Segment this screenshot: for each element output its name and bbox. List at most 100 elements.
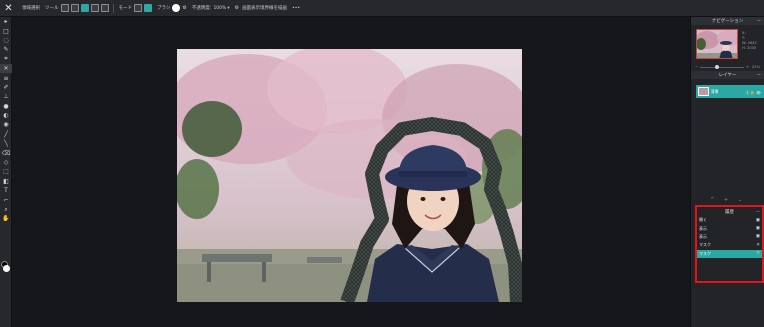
history-item-label: 開く (699, 217, 707, 223)
tool-button[interactable]: ✕ (0, 63, 12, 74)
zoom-in-button[interactable]: + (746, 65, 749, 69)
app-logo-icon[interactable]: ✕ (0, 0, 17, 17)
tool-button[interactable]: ◌ (0, 36, 12, 45)
tool-button[interactable]: ◉ (0, 120, 12, 129)
tool-button[interactable]: ✐ (0, 83, 12, 92)
tool-button[interactable]: T (0, 186, 12, 195)
mode-brush-button[interactable] (80, 4, 89, 12)
close-icon[interactable]: − (756, 209, 760, 215)
more-menu[interactable]: ••• (292, 6, 300, 11)
history-item[interactable]: マスク ✕ (697, 249, 762, 258)
tool-button[interactable]: ✎ (0, 45, 12, 54)
navigator-thumbnail[interactable] (696, 29, 738, 59)
history-title: 履歴 (725, 209, 734, 215)
canvas-photo[interactable] (177, 49, 522, 302)
more-icon[interactable]: ••• (292, 6, 300, 11)
tool-button[interactable]: ● (0, 102, 12, 111)
zoom-out-button[interactable]: − (695, 65, 698, 69)
tool-button[interactable]: ⬚ (0, 167, 12, 176)
history-item[interactable]: 開く ▣ (697, 216, 762, 224)
extra-option-label[interactable]: 画面表示境界線を描画 (242, 5, 287, 11)
mask-icon: ✕ (756, 242, 760, 248)
tool-button[interactable]: ╱ (0, 130, 12, 139)
history-item[interactable]: 表示 ▣ (697, 224, 762, 232)
photo-image (177, 49, 522, 302)
zoom-slider[interactable] (700, 64, 744, 69)
tool-button[interactable]: ◐ (0, 111, 12, 120)
layers-header: レイヤー − (691, 71, 764, 79)
brush-label: ブラシ (157, 6, 171, 11)
tool-label: 領域選択 (22, 6, 40, 11)
options-bar: ✕ 領域選択 ツール モード ブラシ ⚙ 不透明度: 100% ▾ ⚙ 画面表示… (0, 0, 764, 17)
tool-button[interactable]: ✋ (0, 214, 12, 223)
history-item-label: 表示 (699, 233, 707, 239)
mode2-b-button[interactable] (144, 4, 152, 12)
document-icon: ▣ (755, 217, 760, 223)
tools-panel: ▸ □ ◌ ✎ ⌗ ✕ ≡ ✐ ⊥ ● ◐ ◉ ╱ ╲ ⌫ ◇ ⬚ ◧ T ⌐ ⌕ ✋ (0, 17, 12, 327)
opacity-group: 不透明度: 100% ▾ (191, 5, 230, 12)
background-color-swatch[interactable] (3, 265, 10, 272)
tool-button[interactable]: ╲ (0, 139, 12, 148)
tool-button[interactable]: ⌐ (0, 195, 12, 204)
history-list: 開く ▣ 表示 ▣ 表示 ▣ マスク ✕ マスク ✕ (697, 216, 762, 258)
layer-name: 背景 (711, 88, 719, 94)
navigator-title: ナビゲーション (711, 19, 744, 24)
thumbnail-image (697, 30, 737, 58)
close-icon[interactable]: − (757, 72, 761, 78)
tool-mode-group: ツール (45, 4, 109, 12)
layer-thumbnail (698, 87, 709, 96)
chevron-down-icon[interactable]: ▾ (227, 6, 229, 11)
divider (112, 3, 114, 13)
extra-option: ⚙ 画面表示境界線を描画 (235, 5, 287, 11)
navigator-header: ナビゲーション − (691, 17, 764, 25)
tool-button[interactable]: □ (0, 26, 12, 35)
zoom-slider-knob[interactable] (715, 64, 720, 69)
photo-editor-app: ✕ 領域選択 ツール モード ブラシ ⚙ 不透明度: 100% ▾ ⚙ 画面表示… (0, 0, 764, 327)
gear-icon[interactable]: ⚙ (235, 5, 239, 11)
tool-button[interactable]: ⌗ (0, 55, 12, 64)
zoom-value: 22% (752, 65, 760, 69)
right-panel: ナビゲーション − X: Y: W: 2642 H: 2035 − + 22% … (690, 17, 764, 327)
mode2-label: モード (118, 6, 133, 11)
close-icon[interactable]: − (757, 18, 761, 24)
panel-controls[interactable]: ^ + ⌄ (691, 197, 764, 203)
document-icon: ▣ (755, 234, 760, 240)
opacity-dropdown[interactable]: 100% (213, 6, 226, 11)
brush-settings-icon[interactable]: ⚙ (182, 5, 186, 11)
mode-intersect-button[interactable] (100, 4, 109, 12)
navigator-body: X: Y: W: 2642 H: 2035 (691, 25, 764, 63)
navigator-info: X: Y: W: 2642 H: 2035 (742, 31, 757, 51)
layer-visibility-icons[interactable]: ⓧ🔒👁 (746, 90, 762, 96)
mode-subtract-button[interactable] (90, 4, 99, 12)
history-item-label: 表示 (699, 225, 707, 231)
tool-button[interactable]: ⌫ (0, 148, 12, 157)
opacity-label: 不透明度: (191, 6, 212, 11)
history-item-label: マスク (699, 242, 711, 248)
layer-item[interactable]: 背景 ⓧ🔒👁 (696, 85, 764, 98)
tool-button[interactable]: ≡ (0, 73, 12, 82)
layers-title: レイヤー (718, 73, 737, 78)
zoom-control: − + 22% (691, 63, 764, 71)
mode-new-button[interactable] (60, 4, 69, 12)
history-item-label: マスク (699, 250, 711, 256)
mode-add-button[interactable] (70, 4, 79, 12)
tool-button[interactable]: ◧ (0, 177, 12, 186)
document-icon: ▣ (755, 226, 760, 232)
brush-group: ブラシ ⚙ (157, 4, 187, 12)
history-item[interactable]: 表示 ▣ (697, 233, 762, 241)
info-row: H: 2035 (742, 46, 757, 50)
mask-icon: ✕ (756, 251, 760, 257)
brush-size-preview[interactable] (172, 4, 181, 12)
tool-button[interactable]: ⊥ (0, 92, 12, 101)
mode-label: ツール (45, 6, 59, 11)
history-header: 履歴 − (697, 207, 762, 216)
mode2-a-button[interactable] (134, 4, 142, 12)
tool-button[interactable]: ⌕ (0, 205, 12, 214)
selection-tool-label: 領域選択 (22, 5, 40, 11)
history-item[interactable]: マスク ✕ (697, 241, 762, 249)
mode2-group: モード (118, 4, 152, 12)
canvas-workspace[interactable] (12, 17, 690, 327)
tool-button[interactable]: ▸ (0, 17, 12, 26)
tool-button[interactable]: ◇ (0, 158, 12, 167)
history-panel: 履歴 − 開く ▣ 表示 ▣ 表示 ▣ マスク ✕ マスク ✕ (695, 205, 764, 283)
